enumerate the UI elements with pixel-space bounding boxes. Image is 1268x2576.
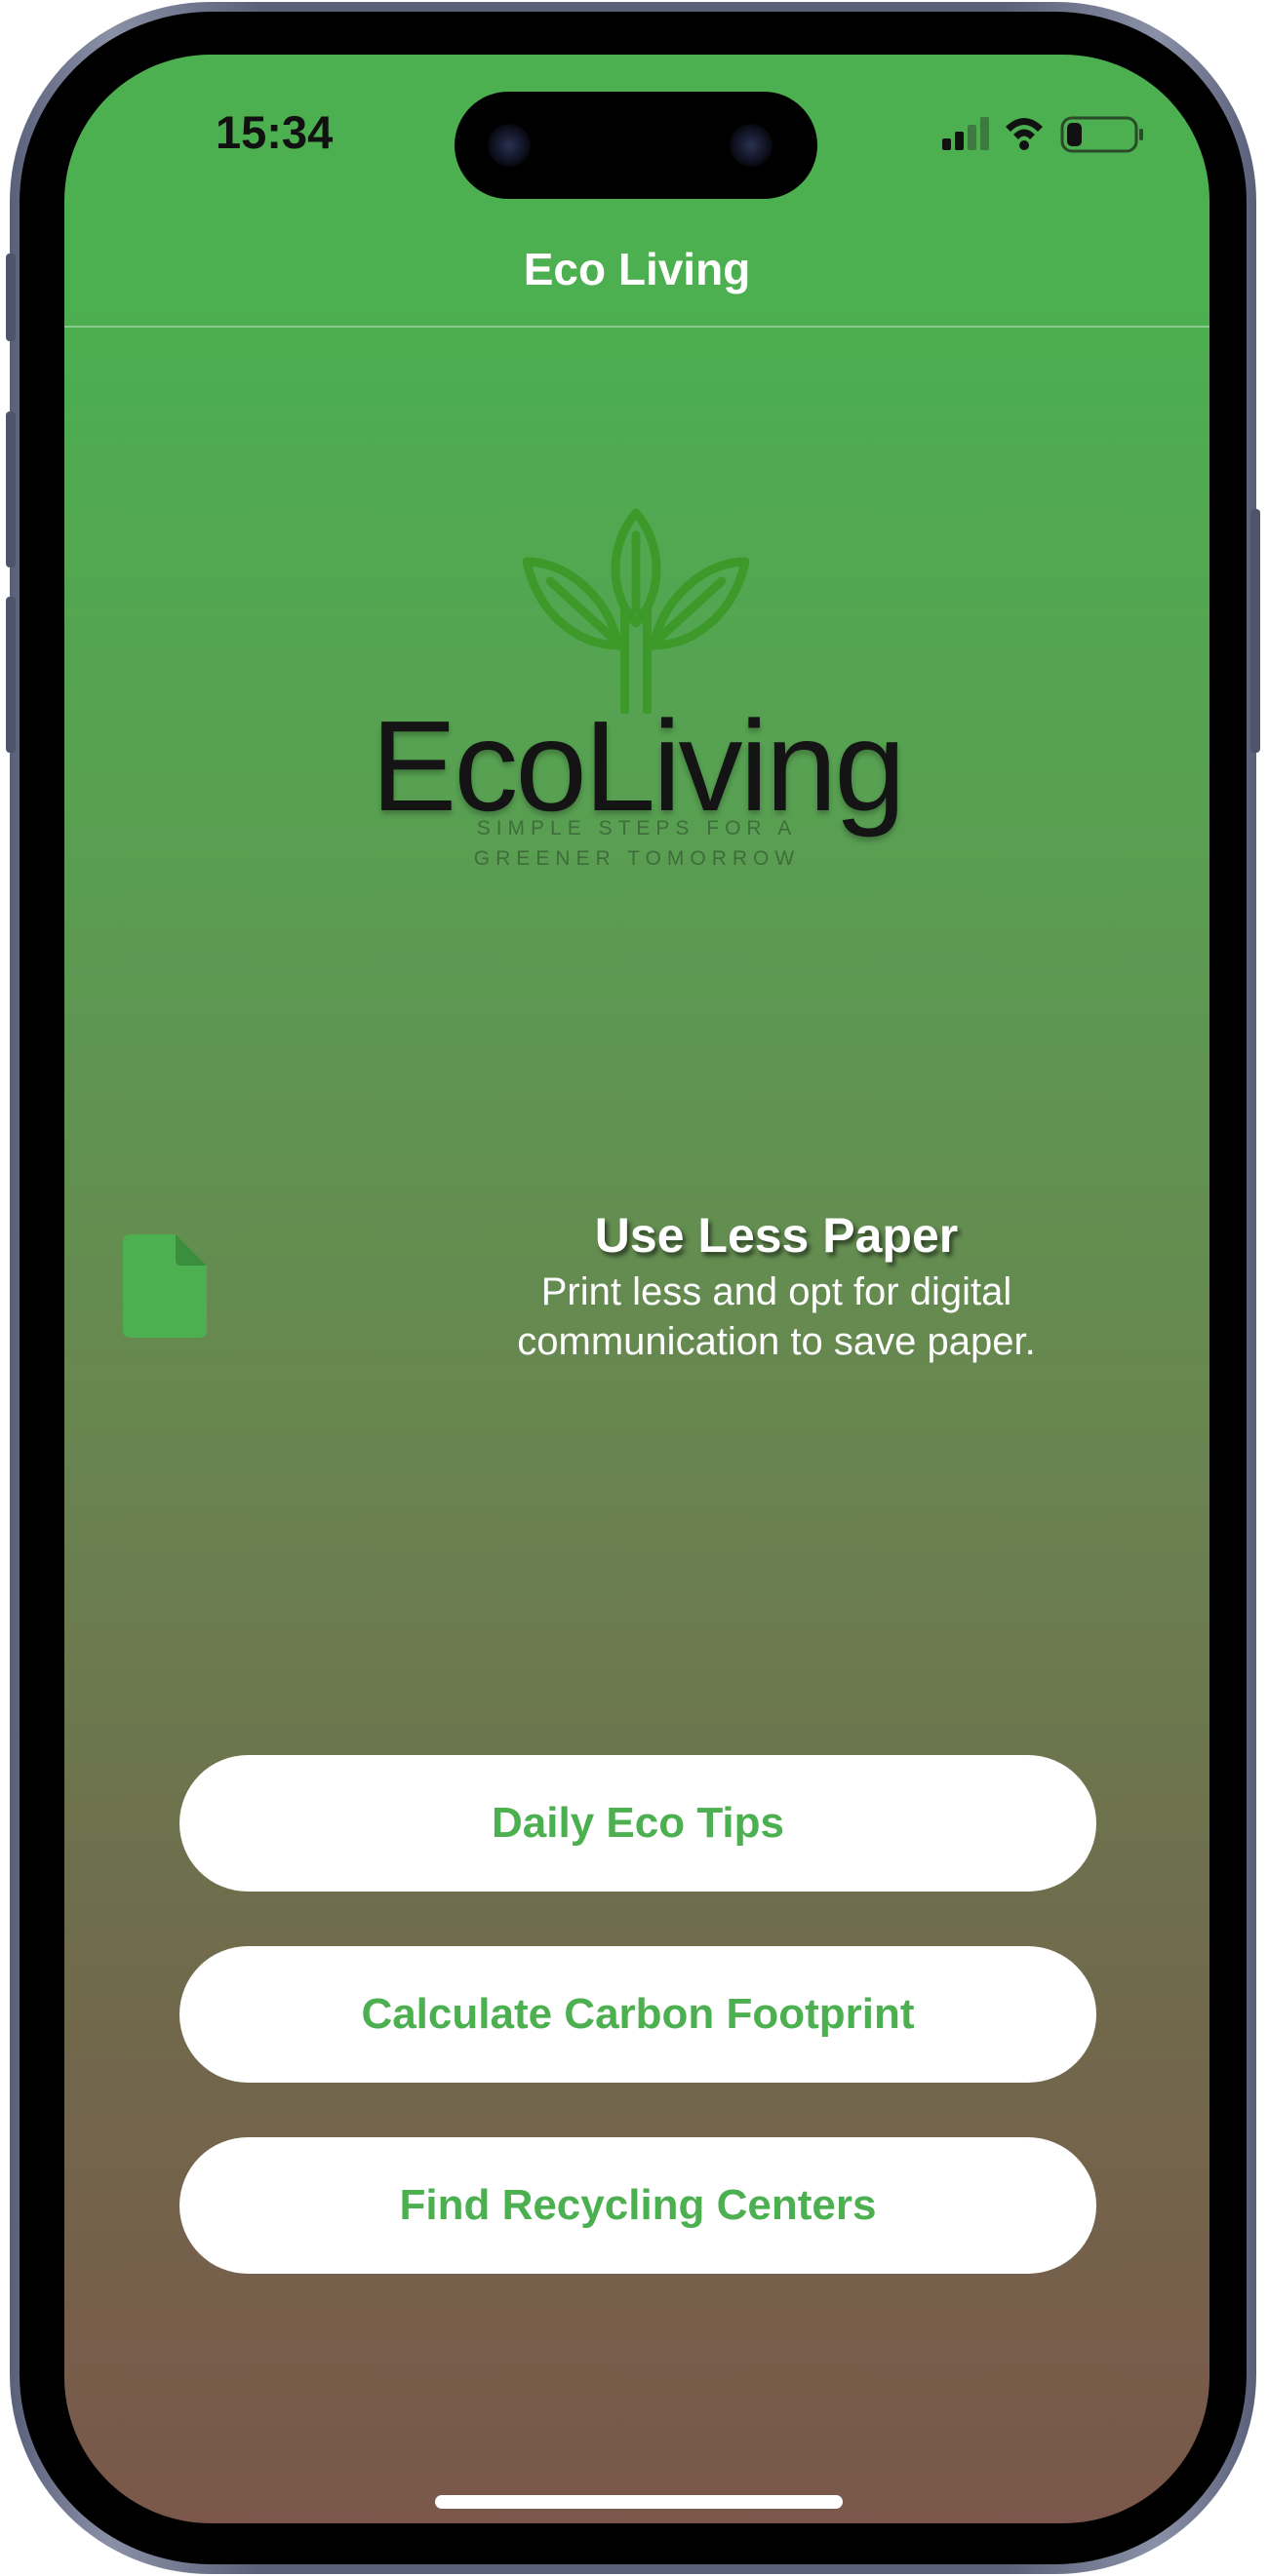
power-button (1250, 509, 1260, 753)
sensor-icon (730, 124, 773, 167)
tip-title: Use Less Paper (594, 1208, 959, 1263)
tip-description: Print less and opt for digital communica… (517, 1270, 1036, 1363)
document-icon (123, 1234, 207, 1338)
status-icons (874, 109, 1147, 158)
battery-icon (1060, 116, 1143, 153)
volume-down-button (6, 597, 16, 753)
app-screen: 15:34 Eco Living EcoLiving SIMPLE STEPS … (64, 55, 1209, 2523)
daily-eco-tips-button[interactable]: Daily Eco Tips (179, 1755, 1096, 1892)
volume-up-button (6, 411, 16, 567)
logo-tagline: SIMPLE STEPS FOR A GREENER TOMORROW (473, 817, 801, 870)
leaves-logo-icon (522, 508, 750, 714)
calculate-carbon-footprint-button[interactable]: Calculate Carbon Footprint (179, 1946, 1096, 2083)
dynamic-island (455, 92, 817, 199)
nav-title: Eco Living (523, 244, 751, 294)
cellular-signal-icon (942, 117, 989, 150)
home-indicator[interactable] (435, 2495, 843, 2509)
status-time: 15:34 (216, 106, 334, 158)
find-recycling-centers-button[interactable]: Find Recycling Centers (179, 2137, 1096, 2274)
side-button (6, 254, 16, 341)
front-camera-icon (488, 124, 531, 167)
nav-divider (64, 326, 1209, 328)
wifi-icon (1006, 118, 1043, 150)
